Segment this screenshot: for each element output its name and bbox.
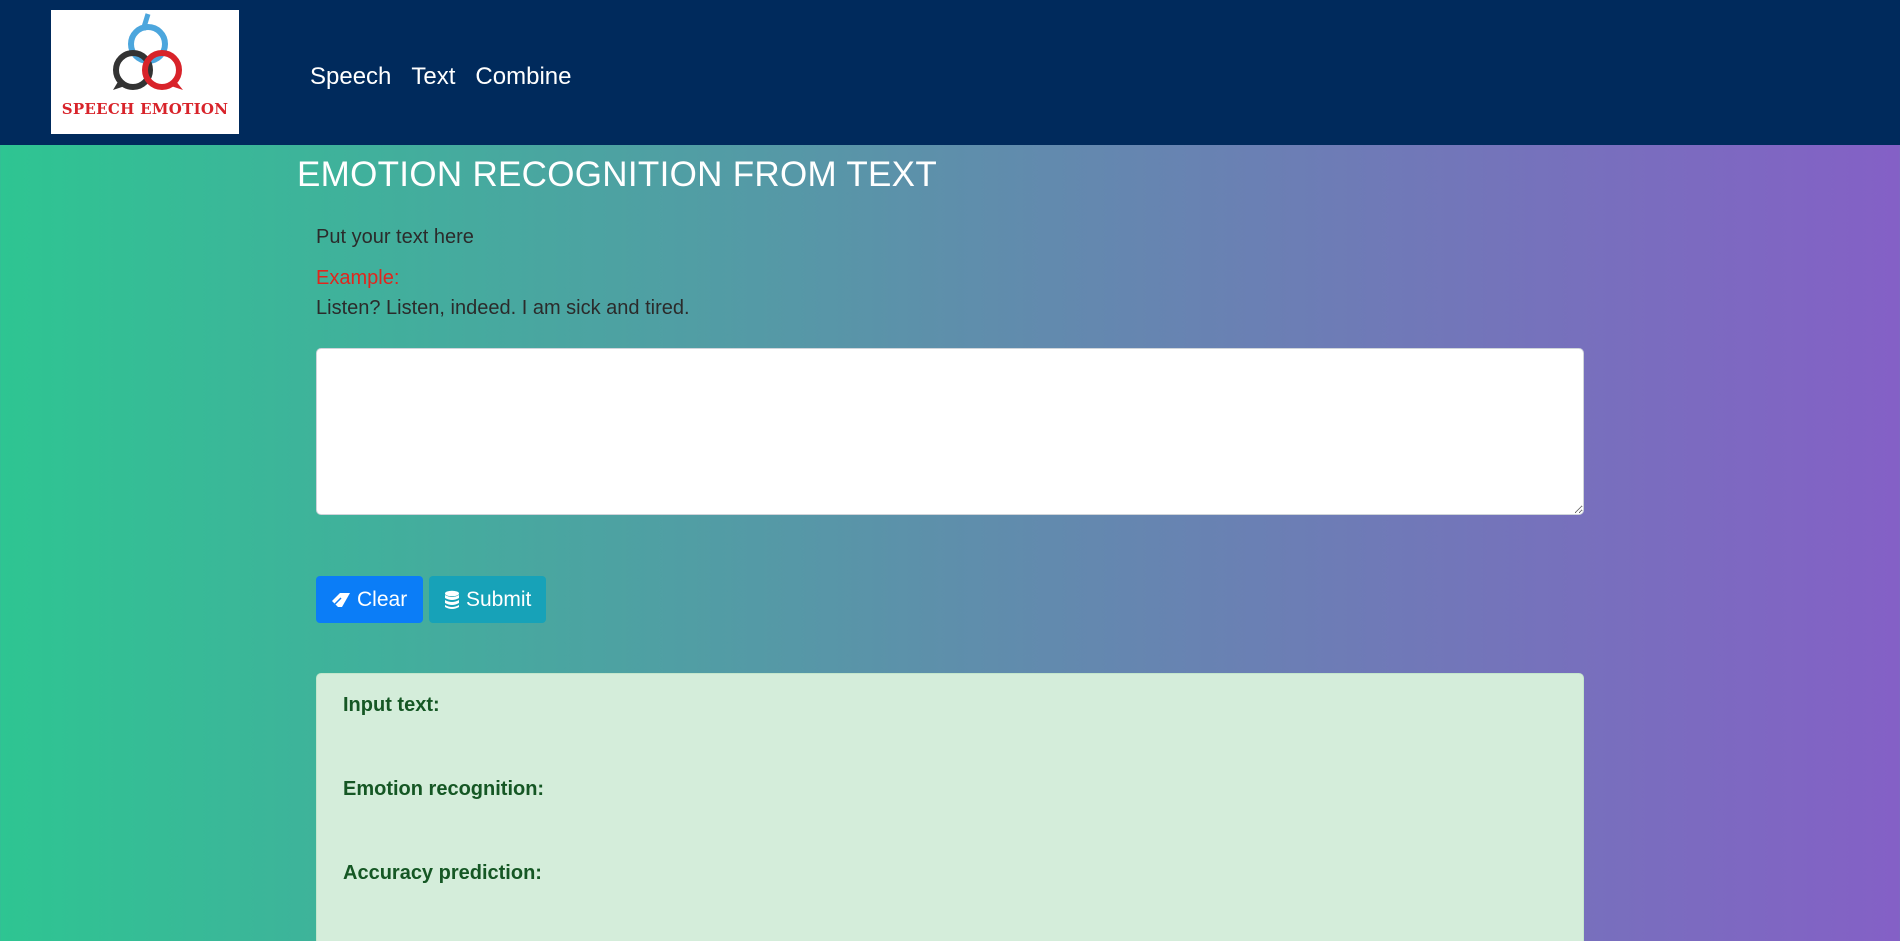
nav-text-link[interactable]: Text [411, 63, 455, 91]
navbar: SPEECH EMOTION Speech Text Combine [0, 0, 1900, 145]
input-text-label: Input text: [343, 694, 440, 716]
result-panel: Input text: Emotion recognition: Accurac… [316, 673, 1584, 941]
submit-button[interactable]: Submit [429, 576, 546, 623]
clear-button-label: Clear [357, 587, 408, 611]
logo-text: SPEECH EMOTION [61, 100, 229, 118]
nav-combine-link[interactable]: Combine [475, 63, 571, 91]
main-nav: Speech Text Combine [310, 63, 571, 91]
clear-button[interactable]: Clear [316, 576, 423, 623]
submit-button-label: Submit [466, 587, 532, 611]
example-label: Example: [316, 267, 400, 289]
nav-speech-link[interactable]: Speech [310, 63, 391, 91]
emotion-recognition-label: Emotion recognition: [343, 778, 545, 800]
speech-emotion-logo[interactable]: SPEECH EMOTION [51, 10, 239, 134]
example-text: Listen? Listen, indeed. I am sick and ti… [316, 297, 690, 319]
accuracy-prediction-label: Accuracy prediction: [343, 862, 542, 884]
input-prompt: Put your text here [316, 226, 474, 248]
page-title: EMOTION RECOGNITION FROM TEXT [297, 155, 937, 194]
text-input-area[interactable] [316, 348, 1584, 515]
eraser-icon [331, 592, 351, 608]
database-icon [444, 590, 460, 610]
